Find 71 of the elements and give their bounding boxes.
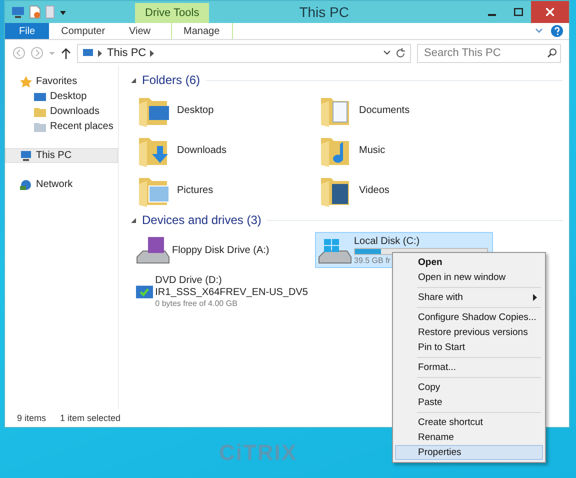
folder-icon [34, 106, 46, 118]
address-bar[interactable]: This PC [77, 44, 411, 62]
contextual-tab-group: Drive Tools [135, 3, 210, 23]
maximize-icon [514, 8, 522, 16]
chevron-right-icon [150, 50, 156, 56]
collapse-icon [131, 78, 136, 82]
search-field[interactable]: Search This PC [417, 44, 561, 62]
menu-item[interactable]: Properties [395, 445, 543, 460]
nav-item[interactable]: Downloads [5, 104, 118, 119]
dropdown-icon [59, 8, 67, 16]
collapse-icon [131, 218, 136, 222]
network-icon [20, 178, 32, 190]
chevron-right-icon [98, 50, 103, 56]
menu-item[interactable]: Configure Shadow Copies... [395, 310, 543, 325]
volume-label: IR1_SSS_X64FREV_EN-US_DV5 [155, 287, 308, 298]
computer-icon [11, 5, 25, 19]
close-button[interactable] [531, 1, 569, 23]
menu-item[interactable]: Rename [395, 430, 543, 445]
back-icon [13, 47, 25, 59]
ribbon-tab[interactable]: Manage [170, 23, 233, 39]
free-space: 39.5 GB fr [354, 256, 390, 264]
nav-item[interactable]: Recent places [5, 119, 118, 134]
menu-item[interactable]: Copy [395, 380, 543, 395]
folder-icon [34, 120, 46, 132]
drive-name: Floppy Disk Drive (A:) [172, 244, 270, 256]
breadcrumb[interactable]: This PC [107, 47, 146, 59]
selection-count: 1 item selected [60, 413, 121, 423]
up-arrow-icon [61, 47, 71, 59]
computer-icon [20, 150, 32, 162]
menu-item[interactable]: Share with [395, 290, 543, 305]
menu-item[interactable]: Open in new window [395, 270, 543, 285]
drive-name: Local Disk (C:) [354, 236, 420, 246]
forward-icon [31, 47, 43, 59]
chevron-down-icon [535, 28, 543, 34]
item-count: 9 items [17, 413, 46, 423]
chevron-down-icon [383, 50, 391, 56]
star-icon [20, 76, 32, 88]
drive-item[interactable]: DVD Drive (D:) IR1_SSS_X64FREV_EN-US_DV5 0 bytes free of 4.00 GB [133, 272, 311, 311]
dropdown-icon [49, 50, 55, 56]
floppy-drive-icon [136, 235, 170, 265]
folder-item[interactable]: Desktop [133, 92, 315, 128]
refresh-icon [395, 48, 406, 58]
drive-item[interactable]: Floppy Disk Drive (A:) [133, 232, 311, 268]
ribbon-tab[interactable]: File [5, 23, 50, 39]
page-icon [45, 5, 55, 19]
nav-item[interactable]: Desktop [5, 89, 118, 104]
section-heading[interactable]: Folders (6) [142, 73, 200, 87]
section-heading[interactable]: Devices and drives (3) [142, 213, 262, 227]
logo: CiTRIX [218, 440, 298, 466]
free-space: 0 bytes free of 4.00 GB [155, 299, 238, 308]
menu-item[interactable]: Pin to Start [395, 340, 543, 355]
computer-icon [82, 47, 94, 59]
folder-item[interactable]: Music [315, 132, 497, 168]
folder-item[interactable]: Pictures [133, 172, 315, 208]
monitor-icon [34, 90, 46, 102]
folder-item[interactable]: Documents [315, 92, 497, 128]
menu-item[interactable]: Restore previous versions [395, 325, 543, 340]
search-icon [547, 48, 557, 58]
menu-item[interactable]: Format... [395, 360, 543, 375]
nav-item[interactable]: Favorites [5, 74, 118, 89]
drive-name: DVD Drive (D:) [155, 275, 222, 286]
window-title: This PC [298, 3, 350, 22]
menu-item[interactable]: Create shortcut [395, 415, 543, 430]
close-icon [546, 8, 554, 16]
submenu-arrow-icon [533, 294, 537, 301]
document-icon [29, 5, 41, 19]
nav-item[interactable]: This PC [5, 148, 118, 163]
folder-item[interactable]: Videos [315, 172, 497, 208]
nav-item[interactable]: Network [5, 177, 118, 192]
menu-item[interactable]: Paste [395, 395, 543, 410]
folder-item[interactable]: Downloads [133, 132, 315, 168]
